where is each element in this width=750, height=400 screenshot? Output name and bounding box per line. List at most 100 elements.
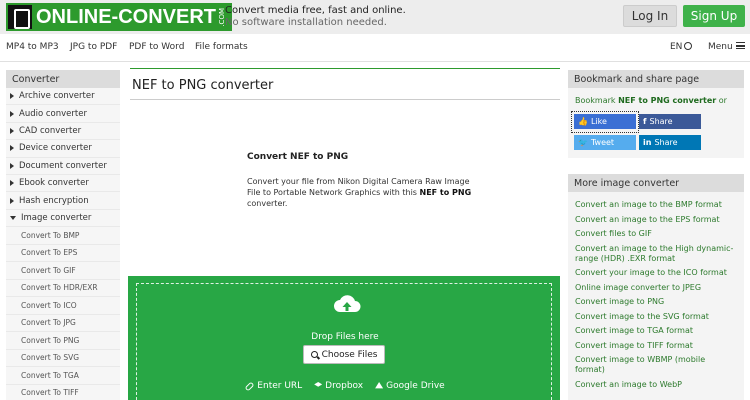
menu-label: Menu bbox=[708, 42, 733, 52]
sidebar-item-label: Archive converter bbox=[19, 91, 95, 102]
linkedin-icon: in bbox=[643, 138, 652, 147]
sidebar-item-label: Image converter bbox=[21, 212, 92, 223]
sidebar-item-ebook[interactable]: Ebook converter bbox=[6, 175, 120, 193]
sidebar-item-audio[interactable]: Audio converter bbox=[6, 105, 120, 123]
caret-right-icon bbox=[10, 127, 14, 134]
sidebar-subitem-tiff[interactable]: Convert To TIFF bbox=[6, 385, 120, 400]
enter-url-label: Enter URL bbox=[257, 381, 303, 391]
converter-link-svg[interactable]: Convert image to the SVG format bbox=[575, 312, 737, 322]
nav-link-jpg-to-pdf[interactable]: JPG to PDF bbox=[70, 42, 117, 52]
site-header: ONLINE-CONVERT .COM Convert media free, … bbox=[0, 0, 750, 34]
caret-right-icon bbox=[10, 110, 14, 117]
dropbox-icon bbox=[314, 382, 323, 387]
converter-link-ico[interactable]: Convert your image to the ICO format bbox=[575, 268, 737, 278]
converter-link-jpeg[interactable]: Online image converter to JPEG bbox=[575, 283, 737, 293]
description-text: Convert your file from Nikon Digital Cam… bbox=[247, 176, 479, 209]
linkedin-share-label: Share bbox=[654, 138, 678, 147]
linkedin-share-button[interactable]: in Share bbox=[639, 135, 701, 150]
tagline-line-1: Convert media free, fast and online. bbox=[225, 5, 406, 16]
logo-icon bbox=[8, 5, 32, 29]
description-bold: NEF to PNG bbox=[419, 188, 472, 197]
page-title: NEF to PNG converter bbox=[130, 68, 560, 100]
sidebar-subitem-tga[interactable]: Convert To TGA bbox=[6, 367, 120, 385]
google-drive-label: Google Drive bbox=[386, 381, 445, 391]
logo-text: ONLINE-CONVERT bbox=[36, 5, 216, 28]
converter-link-tga[interactable]: Convert image to TGA format bbox=[575, 326, 737, 336]
sidebar-subitem-bmp[interactable]: Convert To BMP bbox=[6, 227, 120, 245]
sidebar-item-image[interactable]: Image converter bbox=[6, 210, 120, 228]
search-icon bbox=[310, 351, 318, 358]
sidebar-item-label: Hash encryption bbox=[19, 195, 89, 206]
drop-zone[interactable]: Drop Files here Choose Files Enter URL D… bbox=[136, 283, 552, 400]
language-label: EN bbox=[670, 42, 683, 52]
facebook-share-button[interactable]: f Share bbox=[639, 114, 701, 129]
caret-right-icon bbox=[10, 93, 14, 100]
converter-link-wbmp[interactable]: Convert image to WBMP (mobile format) bbox=[575, 355, 737, 375]
sidebar-item-device[interactable]: Device converter bbox=[6, 140, 120, 158]
bookmark-text-2: or bbox=[716, 96, 727, 105]
sidebar-item-cad[interactable]: CAD converter bbox=[6, 123, 120, 141]
signup-button[interactable]: Sign Up bbox=[683, 5, 745, 27]
choose-files-button[interactable]: Choose Files bbox=[303, 345, 385, 364]
google-drive-button[interactable]: Google Drive bbox=[375, 381, 445, 391]
sidebar-item-label: Device converter bbox=[19, 143, 92, 154]
sidebar-subitem-ico[interactable]: Convert To ICO bbox=[6, 297, 120, 315]
sidebar-subitem-png[interactable]: Convert To PNG bbox=[6, 332, 120, 350]
tagline: Convert media free, fast and online. No … bbox=[225, 5, 406, 29]
bookmark-link[interactable]: NEF to PNG converter bbox=[618, 96, 716, 105]
bookmark-panel: Bookmark and share page Bookmark NEF to … bbox=[568, 70, 744, 158]
sidebar-item-hash[interactable]: Hash encryption bbox=[6, 192, 120, 210]
login-button[interactable]: Log In bbox=[623, 5, 677, 27]
sidebar-subitem-jpg[interactable]: Convert To JPG bbox=[6, 315, 120, 333]
sidebar-item-document[interactable]: Document converter bbox=[6, 158, 120, 175]
converter-link-webp[interactable]: Convert an image to WebP bbox=[575, 380, 737, 390]
menu-button[interactable]: Menu bbox=[708, 42, 745, 52]
drop-files-label: Drop Files here bbox=[311, 332, 379, 342]
sidebar-item-archive[interactable]: Archive converter bbox=[6, 88, 120, 106]
converter-sidebar: Converter Archive converter Audio conver… bbox=[6, 70, 120, 400]
thumbs-up-icon: 👍 bbox=[578, 117, 588, 126]
cloud-upload-icon bbox=[334, 295, 361, 312]
sidebar-item-label: Audio converter bbox=[19, 108, 87, 119]
sidebar-title: Converter bbox=[6, 70, 120, 88]
caret-right-icon bbox=[10, 197, 14, 204]
sidebar-subitem-svg[interactable]: Convert To SVG bbox=[6, 350, 120, 368]
caret-right-icon bbox=[10, 145, 14, 152]
nav-link-mp4-to-mp3[interactable]: MP4 to MP3 bbox=[6, 42, 59, 52]
sidebar-subitem-gif[interactable]: Convert To GIF bbox=[6, 262, 120, 280]
converter-link-gif[interactable]: Convert files to GIF bbox=[575, 229, 737, 239]
like-label: Like bbox=[590, 117, 607, 126]
nav-link-pdf-to-word[interactable]: PDF to Word bbox=[129, 42, 184, 52]
site-logo[interactable]: ONLINE-CONVERT .COM bbox=[6, 3, 232, 31]
sidebar-subitem-hdr-exr[interactable]: Convert To HDR/EXR bbox=[6, 280, 120, 298]
globe-icon bbox=[684, 42, 693, 50]
facebook-like-button[interactable]: 👍 Like bbox=[571, 111, 639, 133]
tagline-line-2: No software installation needed. bbox=[225, 17, 387, 28]
upload-area[interactable]: Drop Files here Choose Files Enter URL D… bbox=[128, 276, 560, 400]
sidebar-item-label: Document converter bbox=[19, 160, 107, 171]
more-converters-panel: More image converter Convert an image to… bbox=[568, 174, 744, 400]
more-converters-list: Convert an image to the BMP format Conve… bbox=[568, 192, 744, 390]
caret-right-icon bbox=[10, 162, 14, 169]
facebook-share-label: Share bbox=[649, 117, 673, 126]
converter-link-png[interactable]: Convert image to PNG bbox=[575, 297, 737, 307]
description-part-2: converter. bbox=[247, 199, 288, 208]
twitter-icon: 🐦 bbox=[578, 138, 588, 147]
sidebar-item-label: Ebook converter bbox=[19, 178, 89, 189]
top-nav: MP4 to MP3 JPG to PDF PDF to Word File f… bbox=[0, 34, 750, 62]
dropbox-button[interactable]: Dropbox bbox=[314, 381, 363, 391]
tweet-button[interactable]: 🐦 Tweet bbox=[574, 135, 636, 150]
bookmark-title: Bookmark and share page bbox=[568, 70, 744, 88]
sidebar-subitem-eps[interactable]: Convert To EPS bbox=[6, 245, 120, 263]
nav-link-file-formats[interactable]: File formats bbox=[195, 42, 248, 52]
converter-link-bmp[interactable]: Convert an image to the BMP format bbox=[575, 200, 737, 210]
bookmark-text-1: Bookmark bbox=[575, 96, 619, 105]
language-selector[interactable]: EN bbox=[670, 42, 693, 52]
converter-link-tiff[interactable]: Convert image to TIFF format bbox=[575, 341, 737, 351]
upload-sources: Enter URL Dropbox Google Drive bbox=[137, 381, 553, 391]
converter-link-hdr-exr[interactable]: Convert an image to the High dynamic-ran… bbox=[575, 244, 737, 264]
google-drive-icon bbox=[375, 382, 384, 389]
converter-link-eps[interactable]: Convert an image to the EPS format bbox=[575, 215, 737, 225]
enter-url-button[interactable]: Enter URL bbox=[244, 381, 303, 391]
description-heading: Convert NEF to PNG bbox=[247, 152, 349, 162]
